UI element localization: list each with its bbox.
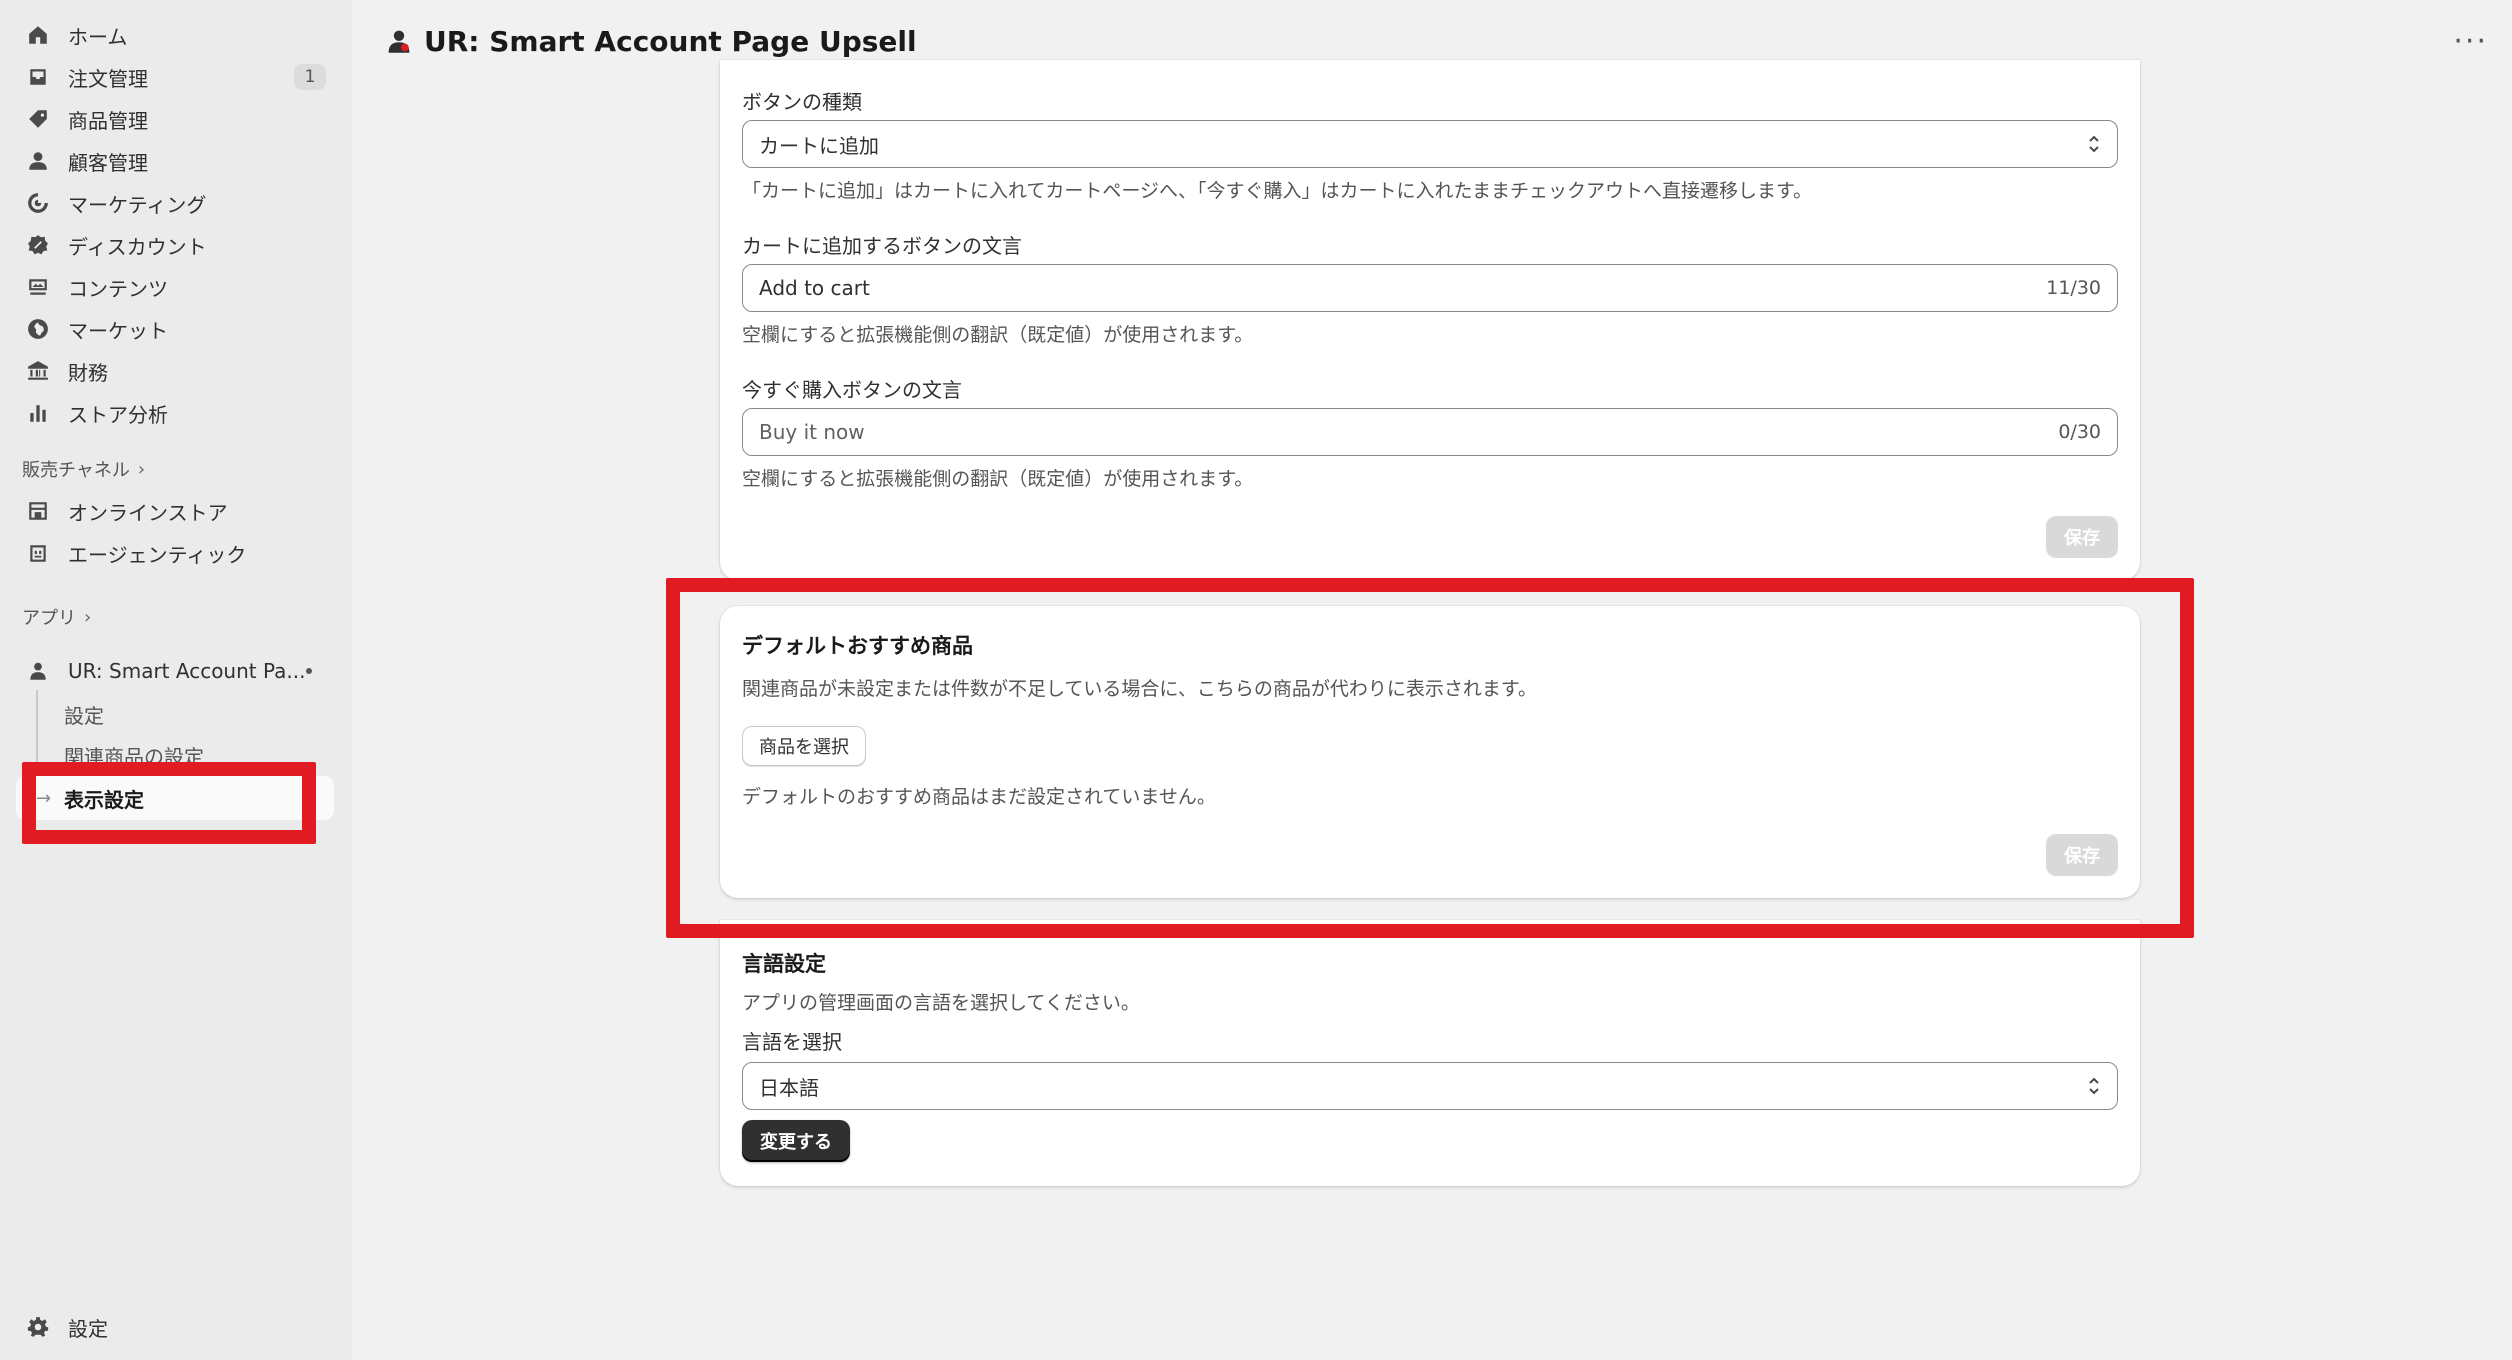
change-language-button[interactable]: 変更する [742,1120,850,1162]
chevron-right-icon: › [84,606,92,628]
more-actions-icon[interactable]: ··· [2453,24,2488,59]
buy-now-text-input[interactable]: Buy it now 0/30 [742,408,2118,456]
buy-now-help: 空欄にすると拡張機能側の翻訳（既定値）が使用されます。 [742,468,1254,490]
sales-channels-label: 販売チャネル [22,460,130,481]
button-type-label: ボタンの種類 [742,90,862,114]
sidebar-item-app[interactable]: UR: Smart Account Pa... [16,652,334,690]
sidebar-item-label: UR: Smart Account Pa... [68,659,306,683]
language-settings-title: 言語設定 [742,952,826,976]
apps-label: アプリ [22,608,76,629]
sidebar-item-agentic[interactable]: エージェンティック [16,534,334,572]
store-icon [24,497,52,525]
button-type-select[interactable]: カートに追加 [742,120,2118,168]
add-to-cart-char-counter: 11/30 [2046,277,2101,299]
sidebar-item-analytics[interactable]: ストア分析 [16,394,334,432]
sidebar-item-content[interactable]: コンテンツ [16,268,334,306]
sidebar-item-label: ホーム [68,24,128,49]
highlight-box-default-products [666,578,2194,938]
select-chevron-icon [2087,1073,2101,1099]
sidebar-item-marketing[interactable]: マーケティング [16,184,334,222]
language-select-value: 日本語 [759,1075,819,1100]
sidebar-item-label: ディスカウント [68,234,207,259]
sidebar-item-online-store[interactable]: オンラインストア [16,492,334,530]
language-settings-description: アプリの管理画面の言語を選択してください。 [742,992,1140,1014]
sidebar: ホーム 注文管理 1 商品管理 顧客管理 マーケティング ディスカウント コンテ… [0,0,352,1360]
page-title: UR: Smart Account Page Upsell [424,24,917,58]
app-status-dot [306,668,312,674]
sidebar-item-finance[interactable]: 財務 [16,352,334,390]
sidebar-item-home[interactable]: ホーム [16,16,334,54]
sidebar-item-discounts[interactable]: ディスカウント [16,226,334,264]
buy-now-char-counter: 0/30 [2058,421,2101,443]
sidebar-item-customers[interactable]: 顧客管理 [16,142,334,180]
sales-channels-header[interactable]: 販売チャネル › [22,456,145,482]
orders-count-badge: 1 [294,64,326,90]
inbox-icon [24,63,52,91]
sidebar-item-label: コンテンツ [68,276,168,301]
sidebar-item-label: 商品管理 [68,108,148,133]
chevron-right-icon: › [137,458,146,480]
sidebar-item-products[interactable]: 商品管理 [16,100,334,138]
apps-header[interactable]: アプリ › [22,604,91,630]
agent-icon [24,539,52,567]
bank-icon [24,357,52,385]
sidebar-item-markets[interactable]: マーケット [16,310,334,348]
sidebar-item-label: マーケット [68,318,168,343]
language-select-label: 言語を選択 [742,1030,842,1054]
gear-icon [24,1313,52,1341]
highlight-box-display-settings [22,762,316,844]
discount-icon [24,231,52,259]
sidebar-item-orders[interactable]: 注文管理 1 [16,58,334,96]
select-chevron-icon [2087,131,2101,157]
sidebar-item-label: オンラインストア [68,500,228,525]
bar-chart-icon [24,399,52,427]
sidebar-item-label: エージェンティック [68,542,247,567]
language-settings-card: 言語設定 アプリの管理画面の言語を選択してください。 言語を選択 日本語 変更す… [720,920,2140,1186]
add-to-cart-help: 空欄にすると拡張機能側の翻訳（既定値）が使用されます。 [742,324,1254,346]
add-to-cart-text-value: Add to cart [759,276,870,300]
button-settings-card: ボタンの種類 カートに追加 「カートに追加」はカートに入れてカートページへ、「今… [720,60,2140,580]
home-icon [24,21,52,49]
sidebar-item-label: 顧客管理 [68,150,148,175]
sidebar-item-label: 注文管理 [68,66,148,91]
target-icon [24,189,52,217]
globe-icon [24,315,52,343]
add-to-cart-text-input[interactable]: Add to cart 11/30 [742,264,2118,312]
person-icon [24,147,52,175]
person-app-icon [24,657,52,685]
button-type-value: カートに追加 [759,133,879,158]
sidebar-sub-item-settings[interactable]: 設定 [64,700,104,729]
sidebar-item-label: 財務 [68,360,108,385]
save-button[interactable]: 保存 [2046,516,2118,558]
content-icon [24,273,52,301]
sidebar-item-settings[interactable]: 設定 [16,1308,334,1346]
buy-now-placeholder: Buy it now [759,420,865,444]
sidebar-item-label: ストア分析 [68,402,168,427]
tag-icon [24,105,52,133]
button-type-help: 「カートに追加」はカートに入れてカートページへ、「今すぐ購入」はカートに入れたま… [742,180,1813,202]
app-person-icon [384,26,414,56]
sidebar-item-label: 設定 [68,1316,108,1341]
sidebar-item-label: マーケティング [68,192,207,217]
language-select[interactable]: 日本語 [742,1062,2118,1110]
add-to-cart-text-label: カートに追加するボタンの文言 [742,234,1022,258]
buy-now-text-label: 今すぐ購入ボタンの文言 [742,378,962,402]
